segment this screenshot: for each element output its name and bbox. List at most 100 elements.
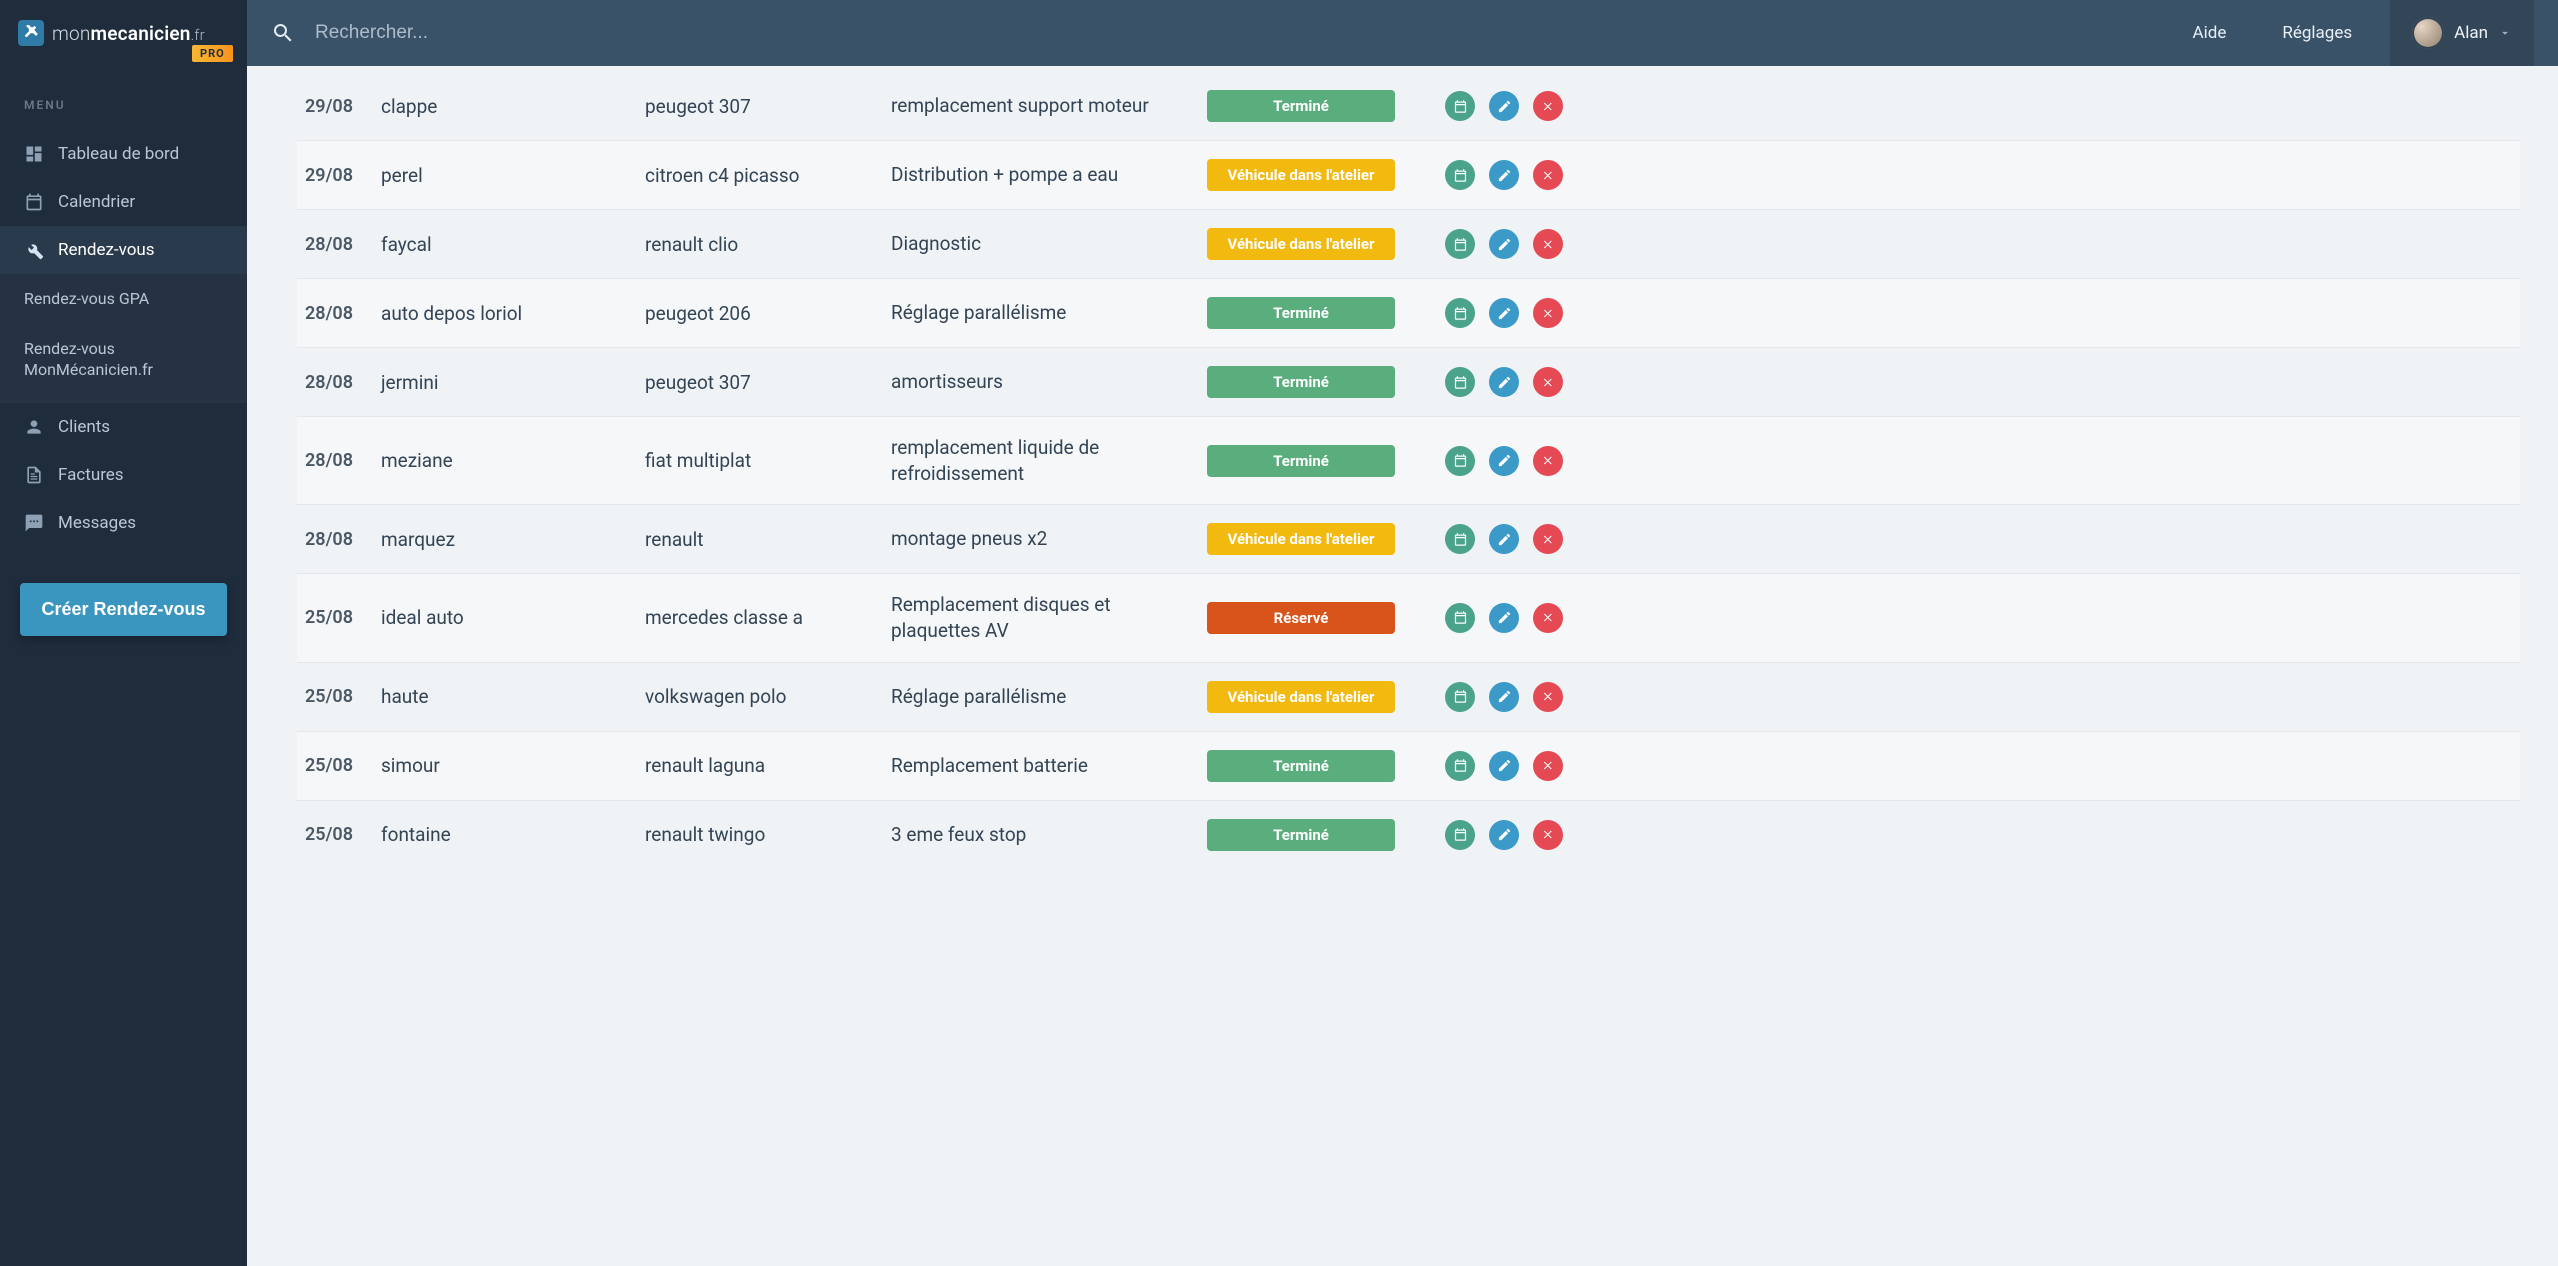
schedule-button[interactable] — [1445, 229, 1475, 259]
row-description: remplacement liquide de refroidissement — [891, 435, 1201, 486]
status-badge: Terminé — [1207, 297, 1395, 329]
row-client: perel — [381, 164, 639, 187]
schedule-button[interactable] — [1445, 446, 1475, 476]
row-description: Distribution + pompe a eau — [891, 162, 1201, 188]
schedule-button[interactable] — [1445, 298, 1475, 328]
row-date: 29/08 — [305, 165, 375, 186]
edit-button[interactable] — [1489, 298, 1519, 328]
row-vehicle: fiat multiplat — [645, 449, 885, 472]
delete-button[interactable] — [1533, 160, 1563, 190]
row-client: auto depos loriol — [381, 302, 639, 325]
edit-button[interactable] — [1489, 229, 1519, 259]
search-input[interactable] — [315, 22, 2155, 44]
schedule-button[interactable] — [1445, 751, 1475, 781]
help-link[interactable]: Aide — [2175, 23, 2245, 43]
sidebar-item-invoices[interactable]: Factures — [0, 451, 247, 499]
row-client: marquez — [381, 528, 639, 551]
row-actions — [1413, 91, 1563, 121]
chat-icon — [24, 513, 44, 533]
delete-button[interactable] — [1533, 91, 1563, 121]
sidebar-sub-monmeca[interactable]: Rendez-vous MonMécanicien.fr — [0, 324, 247, 403]
schedule-button[interactable] — [1445, 367, 1475, 397]
delete-button[interactable] — [1533, 751, 1563, 781]
edit-button[interactable] — [1489, 160, 1519, 190]
row-date: 29/08 — [305, 96, 375, 117]
main: Aide Réglages Alan 29/08clappepeugeot 30… — [247, 0, 2558, 1266]
calendar-icon — [24, 192, 44, 212]
schedule-button[interactable] — [1445, 91, 1475, 121]
table-row[interactable]: 28/08 auto depos loriol peugeot 206 Réglage… — [297, 278, 2520, 347]
sidebar-item-dashboard[interactable]: Tableau de bord — [0, 130, 247, 178]
user-menu[interactable]: Alan — [2390, 0, 2534, 66]
row-description: amortisseurs — [891, 369, 1201, 395]
edit-button[interactable] — [1489, 682, 1519, 712]
edit-button[interactable] — [1489, 91, 1519, 121]
sidebar-item-label: Rendez-vous — [58, 240, 155, 260]
avatar — [2412, 17, 2444, 49]
sidebar-item-label: Calendrier — [58, 192, 135, 212]
delete-button[interactable] — [1533, 682, 1563, 712]
delete-button[interactable] — [1533, 298, 1563, 328]
sidebar-item-messages[interactable]: Messages — [0, 499, 247, 547]
person-icon — [24, 417, 44, 437]
status-badge: Terminé — [1207, 750, 1395, 782]
row-description: Diagnostic — [891, 231, 1201, 257]
appointment-list: 29/08clappepeugeot 307remplacement suppo… — [247, 66, 2558, 1266]
schedule-button[interactable] — [1445, 160, 1475, 190]
row-actions — [1413, 160, 1563, 190]
file-icon — [24, 465, 44, 485]
row-actions — [1413, 298, 1563, 328]
row-actions — [1413, 751, 1563, 781]
table-row[interactable]: 25/08fontainerenault twingo3 eme feux st… — [297, 800, 2520, 869]
row-date: 28/08 — [305, 303, 375, 324]
row-vehicle: peugeot 307 — [645, 95, 885, 118]
table-row[interactable]: 29/08perelcitroen c4 picassoDistribution… — [297, 140, 2520, 209]
delete-button[interactable] — [1533, 446, 1563, 476]
table-row[interactable]: 28/08faycalrenault clioDiagnosticVéhicul… — [297, 209, 2520, 278]
edit-button[interactable] — [1489, 446, 1519, 476]
delete-button[interactable] — [1533, 820, 1563, 850]
status-badge: Terminé — [1207, 90, 1395, 122]
row-client: fontaine — [381, 823, 639, 846]
sidebar: monmecanicien.fr PRO MENU Tableau de bor… — [0, 0, 247, 1266]
edit-button[interactable] — [1489, 820, 1519, 850]
row-vehicle: volkswagen polo — [645, 685, 885, 708]
sidebar-item-clients[interactable]: Clients — [0, 403, 247, 451]
delete-button[interactable] — [1533, 524, 1563, 554]
logo[interactable]: monmecanicien.fr PRO — [0, 0, 247, 66]
table-row[interactable]: 25/08ideal automercedes classe aRemplace… — [297, 573, 2520, 661]
row-date: 28/08 — [305, 450, 375, 471]
status-badge: Réservé — [1207, 602, 1395, 634]
delete-button[interactable] — [1533, 229, 1563, 259]
table-row[interactable]: 28/08marquezrenaultmontage pneus x2Véhic… — [297, 504, 2520, 573]
search-icon — [271, 21, 295, 45]
schedule-button[interactable] — [1445, 603, 1475, 633]
row-client: haute — [381, 685, 639, 708]
schedule-button[interactable] — [1445, 524, 1475, 554]
sidebar-item-appointments[interactable]: Rendez-vous — [0, 226, 247, 274]
logo-icon — [18, 20, 44, 46]
schedule-button[interactable] — [1445, 682, 1475, 712]
row-vehicle: mercedes classe a — [645, 606, 885, 629]
sidebar-sub-gpa[interactable]: Rendez-vous GPA — [0, 274, 247, 324]
sidebar-item-calendar[interactable]: Calendrier — [0, 178, 247, 226]
delete-button[interactable] — [1533, 367, 1563, 397]
table-row[interactable]: 28/08mezianefiat multiplatremplacement l… — [297, 416, 2520, 504]
user-name: Alan — [2454, 23, 2488, 43]
delete-button[interactable] — [1533, 603, 1563, 633]
row-description: Réglage parallélisme — [891, 300, 1201, 326]
settings-link[interactable]: Réglages — [2264, 23, 2370, 43]
logo-text: monmecanicien.fr — [52, 22, 205, 45]
table-row[interactable]: 25/08hautevolkswagen poloRéglage parallé… — [297, 662, 2520, 731]
schedule-button[interactable] — [1445, 820, 1475, 850]
table-row[interactable]: 29/08clappepeugeot 307remplacement suppo… — [297, 72, 2520, 140]
create-appointment-button[interactable]: Créer Rendez-vous — [20, 583, 227, 636]
edit-button[interactable] — [1489, 367, 1519, 397]
table-row[interactable]: 25/08simourrenault lagunaRemplacement ba… — [297, 731, 2520, 800]
edit-button[interactable] — [1489, 603, 1519, 633]
status-badge: Véhicule dans l'atelier — [1207, 228, 1395, 260]
edit-button[interactable] — [1489, 751, 1519, 781]
table-row[interactable]: 28/08jerminipeugeot 307amortisseursTermi… — [297, 347, 2520, 416]
row-vehicle: peugeot 206 — [645, 302, 885, 325]
edit-button[interactable] — [1489, 524, 1519, 554]
